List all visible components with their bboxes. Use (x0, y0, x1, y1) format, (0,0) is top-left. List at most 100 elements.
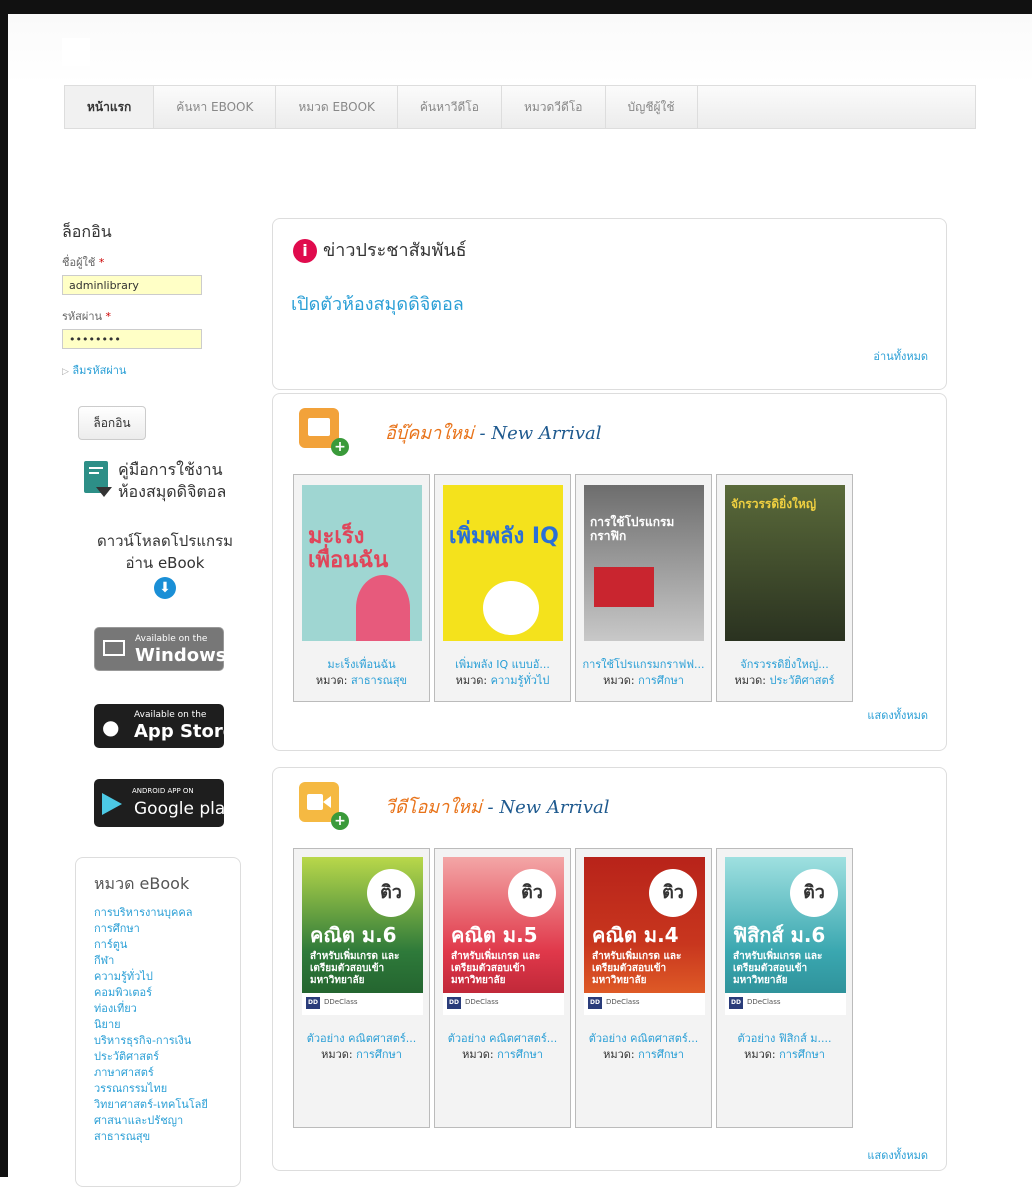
video-cover[interactable]: ติว คณิต ม.6 สำหรับเพิ่มเกรด และ เตรียมตั… (302, 857, 423, 1015)
video-card[interactable]: ติว ฟิสิกส์ ม.6 สำหรับเพิ่มเกรด และ เตรีย… (716, 848, 853, 1128)
google-play-badge[interactable]: ANDROID APP ON Google play (94, 779, 235, 827)
news-headline-link[interactable]: เปิดตัวห้องสมุดดิจิตอล (291, 289, 464, 318)
ebook-category-link[interactable]: ประวัติศาสตร์ (769, 674, 834, 687)
category-item[interactable]: ภาษาศาสตร์ (94, 1065, 240, 1081)
category-item[interactable]: ประวัติศาสตร์ (94, 1049, 240, 1065)
news-title: i ข่าวประชาสัมพันธ์ (293, 235, 467, 264)
category-title: หมวด eBook (94, 874, 190, 893)
video-card[interactable]: ติว คณิต ม.5 สำหรับเพิ่มเกรด และ เตรียมตั… (434, 848, 571, 1128)
video-category-link[interactable]: การศึกษา (497, 1048, 543, 1061)
video-category: หมวด: การศึกษา (321, 1048, 402, 1061)
news-panel: i ข่าวประชาสัมพันธ์ เปิดตัวห้องสมุดดิจิตอ… (272, 218, 947, 390)
required-mark: * (98, 256, 105, 269)
plus-icon: + (331, 438, 349, 456)
ebook-category: หมวด: ประวัติศาสตร์ (734, 674, 835, 687)
ebook-category-link[interactable]: การศึกษา (638, 674, 684, 687)
video-category-link[interactable]: การศึกษา (779, 1048, 825, 1061)
apple-big: App Store (134, 721, 235, 742)
video-cover[interactable]: ติว ฟิสิกส์ ม.6 สำหรับเพิ่มเกรด และ เตรีย… (725, 857, 846, 1015)
category-item[interactable]: คอมพิวเตอร์ (94, 985, 240, 1001)
ebook-cover[interactable]: การใช้โปรแกรมกราฟิก (584, 485, 704, 641)
app-store-badge[interactable]: ● Available on the App Store (94, 704, 235, 748)
ebook-card[interactable]: มะเร็ง เพื่อนฉัน มะเร็งเพื่อนฉัน หมวด: ส… (293, 474, 430, 702)
nav-ebook-category[interactable]: หมวด EBOOK (276, 86, 398, 128)
laptop-icon (103, 640, 125, 656)
new-videos-panel: + วีดีโอมาใหม่ - New Arrival ติว คณิต ม.… (272, 767, 947, 1171)
nav-account[interactable]: บัญชีผู้ใช้ (606, 86, 698, 128)
video-cover[interactable]: ติว คณิต ม.5 สำหรับเพิ่มเกรด และ เตรียมตั… (443, 857, 564, 1015)
category-item[interactable]: การบริหารงานบุคคล (94, 905, 240, 921)
user-manual-link[interactable]: คู่มือการใช้งาน ห้องสมุดดิจิตอล (84, 459, 244, 505)
video-card[interactable]: ติว คณิต ม.6 สำหรับเพิ่มเกรด และ เตรียมตั… (293, 848, 430, 1128)
header-band (8, 14, 1032, 84)
video-cover[interactable]: ติว คณิต ม.4 สำหรับเพิ่มเกรด และ เตรียมตั… (584, 857, 705, 1015)
ebook-card[interactable]: จักรวรรดิยิ่งใหญ่ จักรวรรดิยิ่งใหญ่... ห… (716, 474, 853, 702)
show-all-ebooks-link[interactable]: แสดงทั้งหมด (867, 706, 928, 724)
windows-store-badge[interactable]: Available on the Windows (94, 627, 226, 671)
category-item[interactable]: วรรณกรรมไทย (94, 1081, 240, 1097)
apple-icon: ● (102, 715, 120, 739)
category-item[interactable]: วิทยาศาสตร์-เทคโนโลยี (94, 1097, 240, 1113)
category-item[interactable]: กีฬา (94, 953, 240, 969)
tutor-badge: ติว (790, 869, 838, 917)
ddeclass-brand: DD DDeClass (584, 993, 705, 1015)
ebook-category-link[interactable]: สาธารณสุข (351, 674, 407, 687)
ebook-cover[interactable]: จักรวรรดิยิ่งใหญ่ (725, 485, 845, 641)
forgot-password-link[interactable]: ▷ ลืมรหัสผ่าน (62, 361, 212, 379)
download-program[interactable]: ดาวน์โหลดโปรแกรม อ่าน eBook ⬇ (85, 530, 245, 599)
video-category-link[interactable]: การศึกษา (638, 1048, 684, 1061)
nav-search-video[interactable]: ค้นหาวีดีโอ (398, 86, 502, 128)
google-big: Google play (134, 799, 236, 819)
video-subject: คณิต ม.6 สำหรับเพิ่มเกรด และ เตรียมตัวสอบ… (310, 923, 400, 986)
ddeclass-brand: DD DDeClass (725, 993, 846, 1015)
login-form: ล็อกอิน ชื่อผู้ใช้ * adminlibrary รหัสผ่… (62, 220, 212, 379)
info-icon: i (293, 239, 317, 263)
ebook-card[interactable]: เพิ่มพลัง IQ เพิ่มพลัง IQ แบบอั... หมวด:… (434, 474, 571, 702)
site-logo[interactable] (62, 38, 90, 66)
download-line1: ดาวน์โหลดโปรแกรม (96, 532, 234, 550)
login-title: ล็อกอิน (62, 222, 112, 241)
category-item[interactable]: ท่องเที่ยว (94, 1001, 240, 1017)
google-play-icon (102, 793, 122, 815)
news-title-text: ข่าวประชาสัมพันธ์ (323, 240, 467, 261)
nav-search-ebook[interactable]: ค้นหา EBOOK (154, 86, 277, 128)
video-subject: คณิต ม.4 สำหรับเพิ่มเกรด และ เตรียมตัวสอบ… (592, 923, 682, 986)
login-button[interactable]: ล็อกอิน (78, 406, 146, 440)
ddeclass-brand: DD DDeClass (302, 993, 423, 1015)
video-subject: คณิต ม.5 สำหรับเพิ่มเกรด และ เตรียมตัวสอบ… (451, 923, 541, 986)
window-frame-left (0, 0, 8, 1177)
category-item[interactable]: ความรู้ทั่วไป (94, 969, 240, 985)
google-small: ANDROID APP ON (132, 787, 194, 795)
chevron-right-icon: ▷ (62, 367, 69, 377)
new-ebooks-panel: + อีบุ๊คมาใหม่ - New Arrival มะเร็ง เพื่… (272, 393, 947, 751)
new-video-icon: + (299, 782, 349, 830)
plus-icon: + (331, 812, 349, 830)
category-item[interactable]: บริหารธุรกิจ-การเงิน (94, 1033, 240, 1049)
category-item[interactable]: นิยาย (94, 1017, 240, 1033)
windows-small: Available on the (135, 634, 208, 644)
username-input[interactable]: adminlibrary (62, 275, 202, 295)
video-category-link[interactable]: การศึกษา (356, 1048, 402, 1061)
tutor-badge: ติว (508, 869, 556, 917)
nav-video-category[interactable]: หมวดวีดีโอ (502, 86, 606, 128)
forgot-password-text: ลืมรหัสผ่าน (72, 364, 127, 377)
show-all-videos-link[interactable]: แสดงทั้งหมด (867, 1146, 928, 1164)
ebook-cover[interactable]: มะเร็ง เพื่อนฉัน (302, 485, 422, 641)
ebook-card[interactable]: การใช้โปรแกรมกราฟิก การใช้โปรแกรมกราฟฟ..… (575, 474, 712, 702)
main-nav: หน้าแรก ค้นหา EBOOK หมวด EBOOK ค้นหาวีดี… (64, 85, 976, 129)
ebook-category: หมวด: ความรู้ทั่วไป (455, 674, 550, 687)
category-item[interactable]: การศึกษา (94, 921, 240, 937)
category-item[interactable]: สาธารณสุข (94, 1129, 240, 1145)
ebook-cover[interactable]: เพิ่มพลัง IQ (443, 485, 563, 641)
video-card[interactable]: ติว คณิต ม.4 สำหรับเพิ่มเกรด และ เตรียมตั… (575, 848, 712, 1128)
download-icon[interactable]: ⬇ (154, 577, 176, 599)
video-category: หมวด: การศึกษา (462, 1048, 543, 1061)
password-input[interactable]: •••••••• (62, 329, 202, 349)
tutor-badge: ติว (367, 869, 415, 917)
nav-home[interactable]: หน้าแรก (65, 86, 155, 128)
required-mark: * (105, 310, 112, 323)
category-item[interactable]: การ์ตูน (94, 937, 240, 953)
category-item[interactable]: ศาสนาและปรัชญา (94, 1113, 240, 1129)
ebook-category-link[interactable]: ความรู้ทั่วไป (491, 674, 550, 687)
read-all-link[interactable]: อ่านทั้งหมด (873, 347, 928, 365)
